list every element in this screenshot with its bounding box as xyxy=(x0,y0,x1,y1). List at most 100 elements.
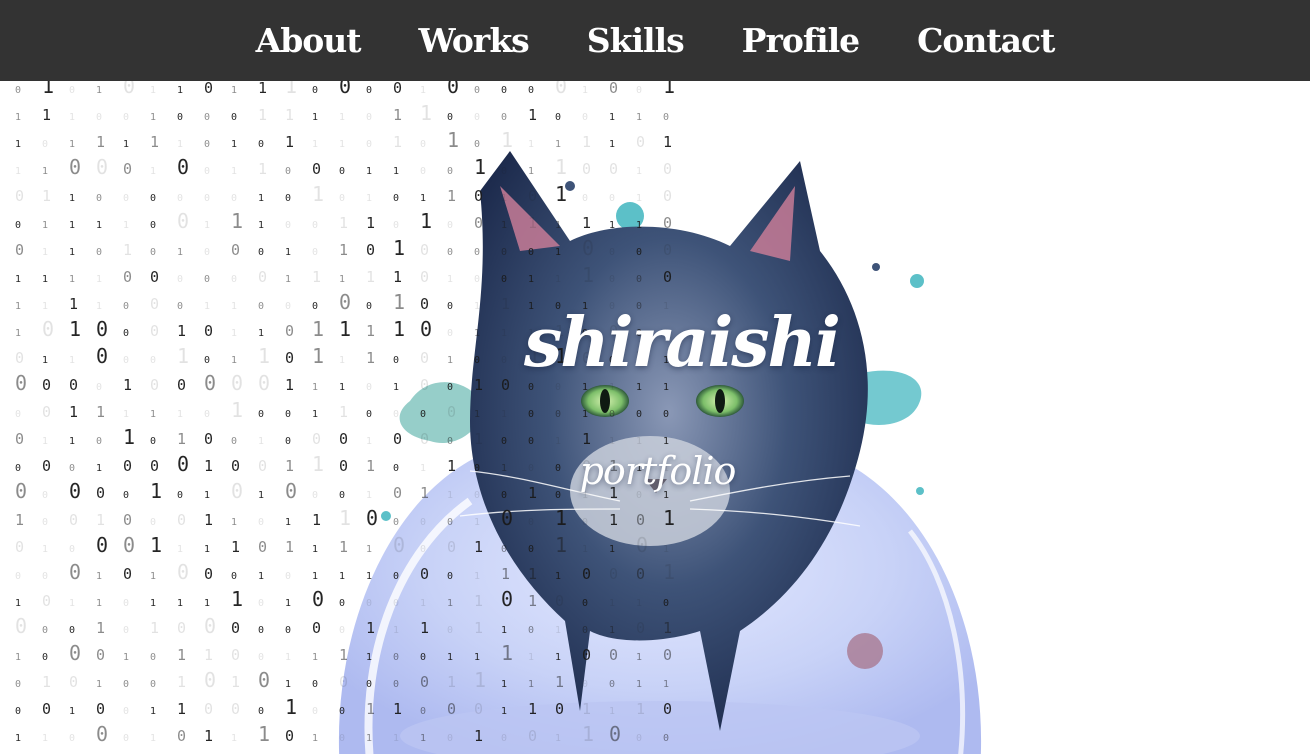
binary-digit: 1 xyxy=(42,673,51,691)
binary-digit: 1 xyxy=(393,236,405,260)
binary-digit: 1 xyxy=(663,382,669,393)
binary-digit: 0 xyxy=(123,533,135,557)
binary-digit: 1 xyxy=(204,727,213,745)
binary-digit: 0 xyxy=(42,376,51,394)
binary-digit: 1 xyxy=(609,382,615,393)
binary-digit: 1 xyxy=(258,193,264,204)
binary-digit: 1 xyxy=(366,214,375,232)
binary-digit: 1 xyxy=(42,81,54,98)
binary-digit: 0 xyxy=(204,668,216,692)
binary-digit: 0 xyxy=(204,112,210,123)
binary-digit: 0 xyxy=(339,81,351,98)
binary-digit: 1 xyxy=(366,652,372,663)
binary-digit: 0 xyxy=(501,274,507,285)
nav-link-contact[interactable]: Contact xyxy=(917,21,1055,60)
binary-digit: 1 xyxy=(582,722,594,746)
binary-digit: 0 xyxy=(447,220,453,231)
binary-digit: 0 xyxy=(177,511,186,529)
binary-digit: 1 xyxy=(636,382,642,393)
binary-digit: 0 xyxy=(420,517,426,528)
binary-digit: 0 xyxy=(366,598,372,609)
binary-digit: 1 xyxy=(312,571,318,582)
binary-digit: 0 xyxy=(501,436,507,447)
binary-digit: 1 xyxy=(393,133,402,151)
binary-digit: 1 xyxy=(555,220,561,231)
binary-digit: 0 xyxy=(42,139,48,150)
binary-digit: 0 xyxy=(123,733,129,744)
binary-digit: 0 xyxy=(231,479,243,503)
binary-digit: 0 xyxy=(42,592,51,610)
binary-digit: 0 xyxy=(258,247,264,258)
binary-digit: 1 xyxy=(69,295,78,313)
binary-digit: 0 xyxy=(285,727,294,745)
binary-digit: 0 xyxy=(393,598,399,609)
binary-digit: 1 xyxy=(231,355,237,366)
binary-digit: 1 xyxy=(339,274,345,285)
binary-digit: 1 xyxy=(528,679,534,690)
binary-digit: 1 xyxy=(609,112,615,123)
binary-digit: 0 xyxy=(474,355,480,366)
binary-digit: 0 xyxy=(663,241,672,259)
binary-digit: 1 xyxy=(258,344,270,368)
binary-digit: 0 xyxy=(501,355,507,366)
binary-digit: 1 xyxy=(636,220,642,231)
nav-link-works[interactable]: Works xyxy=(419,21,530,60)
binary-digit: 0 xyxy=(69,85,75,96)
binary-digit: 0 xyxy=(123,679,129,690)
binary-digit: 0 xyxy=(312,619,321,637)
binary-digit: 1 xyxy=(69,598,75,609)
nav-link-profile[interactable]: Profile xyxy=(742,21,860,60)
binary-digit: 1 xyxy=(231,733,237,744)
binary-digit: 1 xyxy=(339,139,345,150)
binary-digit: 0 xyxy=(258,371,270,395)
binary-digit: 1 xyxy=(312,268,321,286)
binary-digit: 0 xyxy=(96,533,108,557)
binary-digit: 1 xyxy=(366,193,372,204)
binary-digit: 0 xyxy=(42,457,51,475)
binary-digit: 1 xyxy=(366,571,372,582)
binary-digit: 1 xyxy=(312,139,318,150)
binary-digit: 0 xyxy=(42,317,54,341)
binary-digit: 1 xyxy=(339,355,345,366)
binary-digit: 1 xyxy=(96,274,102,285)
binary-digit: 0 xyxy=(150,322,159,340)
binary-digit: 0 xyxy=(447,166,453,177)
binary-digit: 1 xyxy=(231,517,237,528)
binary-digit: 1 xyxy=(447,652,453,663)
binary-digit: 1 xyxy=(474,727,483,745)
binary-digit: 0 xyxy=(96,247,102,258)
binary-digit: 0 xyxy=(312,220,318,231)
binary-digit: 0 xyxy=(366,139,372,150)
binary-digit: 1 xyxy=(177,409,183,420)
binary-digit: 0 xyxy=(393,484,402,502)
binary-digit: 0 xyxy=(96,344,108,368)
binary-digit: 0 xyxy=(15,614,27,638)
binary-digit: 1 xyxy=(150,409,156,420)
binary-digit: 0 xyxy=(339,166,345,177)
binary-digit: 1 xyxy=(420,193,426,204)
binary-digit: 1 xyxy=(42,733,48,744)
nav-link-about[interactable]: About xyxy=(256,21,362,60)
binary-digit: 0 xyxy=(393,533,405,557)
binary-digit: 0 xyxy=(528,463,534,474)
binary-digit: 0 xyxy=(285,349,294,367)
binary-digit: 0 xyxy=(393,409,399,420)
binary-digit: 1 xyxy=(177,139,183,150)
binary-digit: 0 xyxy=(393,220,399,231)
binary-digit: 0 xyxy=(177,452,189,476)
binary-digit: 0 xyxy=(420,652,426,663)
binary-digit: 1 xyxy=(15,511,24,529)
binary-digit: 0 xyxy=(285,625,291,636)
binary-digit: 0 xyxy=(447,733,453,744)
binary-digit: 0 xyxy=(420,706,426,717)
binary-digit: 0 xyxy=(285,166,291,177)
binary-digit: 1 xyxy=(555,436,561,447)
binary-digit: 0 xyxy=(420,139,426,150)
nav-link-skills[interactable]: Skills xyxy=(587,21,685,60)
binary-digit: 0 xyxy=(42,625,48,636)
binary-digit: 0 xyxy=(447,301,453,312)
binary-digit: 1 xyxy=(285,106,294,124)
binary-digit: 1 xyxy=(393,166,399,177)
binary-digit: 0 xyxy=(474,274,480,285)
binary-digit: 0 xyxy=(474,700,483,718)
